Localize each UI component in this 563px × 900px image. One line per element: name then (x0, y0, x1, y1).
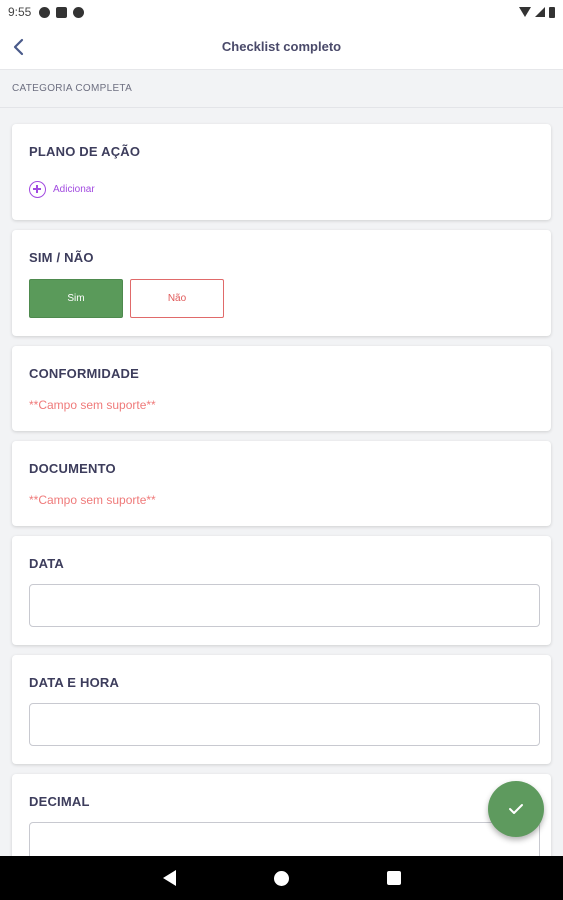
sim-card-icon (56, 6, 68, 18)
plus-circle-icon (29, 181, 46, 198)
nav-back-icon[interactable] (162, 870, 176, 886)
card-title: CONFORMIDADE (29, 366, 140, 381)
no-sign-icon (73, 6, 85, 18)
chevron-left-icon (13, 38, 24, 56)
card-plano-de-acao: PLANO DE AÇÃO Adicionar (12, 124, 551, 220)
card-title: DATA (29, 556, 64, 571)
card-sim-nao: SIM / NÃO Sim Não (12, 230, 551, 336)
signal-icon (535, 7, 545, 17)
card-title: DATA E HORA (29, 675, 120, 690)
submit-fab-button[interactable] (488, 781, 544, 837)
unsupported-field-message: **Campo sem suporte** (29, 398, 156, 412)
back-button[interactable] (4, 30, 34, 64)
card-data: DATA (12, 536, 551, 645)
status-right-icons (519, 6, 555, 18)
card-title: PLANO DE AÇÃO (29, 144, 141, 159)
card-title: DECIMAL (29, 794, 90, 809)
datetime-input[interactable] (29, 703, 540, 746)
app-bar: Checklist completo (0, 24, 563, 70)
wifi-icon (519, 7, 531, 17)
card-decimal: DECIMAL (12, 774, 551, 856)
nav-recent-apps-icon[interactable] (386, 871, 401, 885)
card-data-e-hora: DATA E HORA (12, 655, 551, 764)
date-input[interactable] (29, 584, 540, 627)
add-action-plan-button[interactable]: Adicionar (29, 181, 95, 198)
check-icon (509, 804, 523, 814)
add-label: Adicionar (53, 184, 95, 195)
card-documento: DOCUMENTO **Campo sem suporte** (12, 441, 551, 526)
card-title: SIM / NÃO (29, 250, 94, 265)
page-title: Checklist completo (221, 39, 342, 54)
card-conformidade: CONFORMIDADE **Campo sem suporte** (12, 346, 551, 431)
status-bar: 9:55 (0, 0, 563, 24)
no-button[interactable]: Não (130, 279, 224, 318)
unsupported-field-message: **Campo sem suporte** (29, 493, 156, 507)
checklist-content[interactable]: PLANO DE AÇÃO Adicionar SIM / NÃO Sim Nã… (0, 108, 563, 856)
category-header: CATEGORIA COMPLETA (0, 70, 563, 108)
app-icon-a (39, 6, 51, 18)
category-label: CATEGORIA COMPLETA (12, 83, 133, 94)
yes-button[interactable]: Sim (29, 279, 123, 318)
card-title: DOCUMENTO (29, 461, 116, 476)
system-nav-bar (0, 856, 563, 900)
battery-icon (549, 6, 555, 18)
decimal-input[interactable] (29, 822, 540, 856)
nav-home-icon[interactable] (273, 870, 289, 886)
status-time: 9:55 (8, 5, 32, 19)
yes-no-toggle: Sim Não (29, 279, 534, 318)
